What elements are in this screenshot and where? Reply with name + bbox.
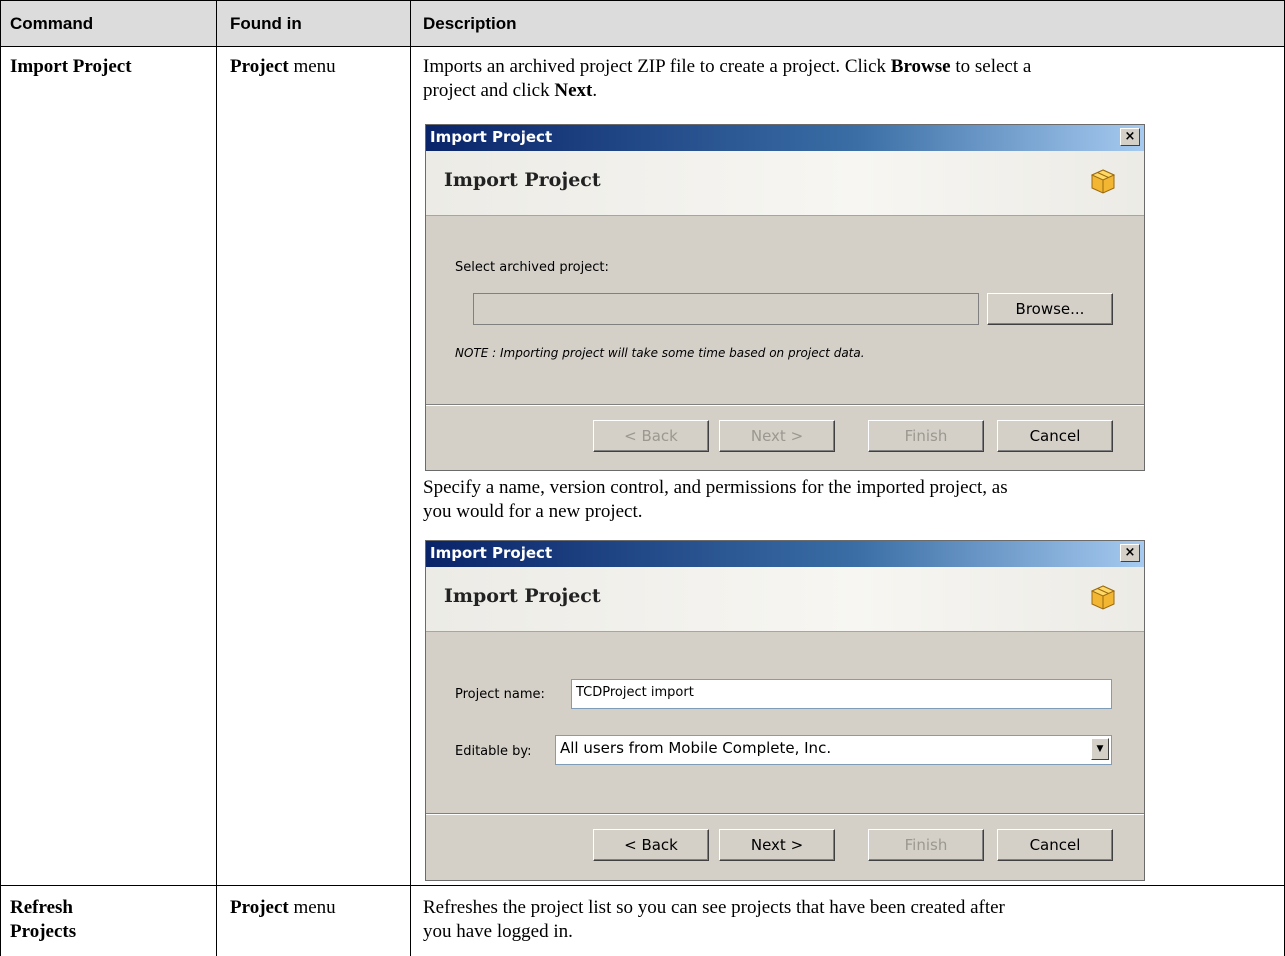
header-found-in: Found in — [230, 14, 302, 33]
cancel-button[interactable]: Cancel — [997, 829, 1113, 861]
command-import-project: Import Project — [10, 56, 132, 77]
dialog-separator — [426, 813, 1144, 815]
finish-button[interactable]: Finish — [868, 420, 984, 452]
close-icon[interactable]: × — [1120, 544, 1140, 562]
grid-line — [0, 0, 1285, 1]
found-in-rest: menu — [288, 897, 336, 918]
desc-text: you have logged in. — [423, 921, 573, 942]
editable-by-select[interactable]: All users from Mobile Complete, Inc. ▼ — [555, 735, 1112, 765]
grid-line — [216, 0, 217, 956]
description-import-1: Imports an archived project ZIP file to … — [423, 55, 1278, 103]
project-name-field[interactable]: TCDProject import — [571, 679, 1112, 709]
command-table: Command Found in Description Import Proj… — [0, 0, 1285, 956]
description-refresh: Refreshes the project list so you can se… — [423, 896, 1278, 944]
desc-bold-browse: Browse — [890, 56, 951, 77]
found-in-bold: Project — [230, 897, 289, 918]
dialog-banner: Import Project — [426, 151, 1144, 216]
dialog-title: Import Project — [430, 128, 553, 146]
dialog-title: Import Project — [430, 544, 553, 562]
import-note: NOTE : Importing project will take some … — [455, 346, 865, 360]
grid-line — [0, 885, 1285, 886]
grid-line — [0, 46, 1285, 47]
table-header — [0, 0, 1285, 46]
browse-button[interactable]: Browse... — [987, 293, 1113, 325]
found-in-bold: Project — [230, 56, 289, 77]
next-button[interactable]: Next > — [719, 829, 835, 861]
back-button[interactable]: < Back — [593, 420, 709, 452]
archive-path-field[interactable] — [473, 293, 979, 325]
next-button[interactable]: Next > — [719, 420, 835, 452]
header-command: Command — [10, 14, 94, 33]
import-dialog-2: Import Project × Import Project Project … — [425, 540, 1145, 881]
package-icon — [1090, 585, 1116, 610]
cancel-button[interactable]: Cancel — [997, 420, 1113, 452]
desc-text: you would for a new project. — [423, 501, 643, 522]
grid-line — [0, 0, 1, 956]
close-icon[interactable]: × — [1120, 128, 1140, 146]
dialog-separator — [426, 404, 1144, 406]
banner-title: Import Project — [444, 169, 601, 191]
editable-by-value: All users from Mobile Complete, Inc. — [560, 739, 832, 757]
found-in-import: Project menu — [230, 55, 336, 79]
chevron-down-icon[interactable]: ▼ — [1091, 738, 1109, 760]
desc-bold-next: Next — [554, 80, 593, 101]
found-in-refresh: Project menu — [230, 896, 336, 920]
desc-text: project and click — [423, 80, 555, 101]
editable-by-label: Editable by: — [455, 744, 532, 759]
import-dialog-1: Import Project × Import Project Select a… — [425, 124, 1145, 471]
back-button[interactable]: < Back — [593, 829, 709, 861]
desc-text: Imports an archived project ZIP file to … — [423, 56, 891, 77]
dialog-titlebar: Import Project × — [426, 541, 1144, 567]
finish-button[interactable]: Finish — [868, 829, 984, 861]
select-archived-label: Select archived project: — [455, 260, 609, 275]
desc-text: to select a — [950, 56, 1032, 77]
command-refresh-projects: Refresh Projects — [10, 896, 76, 944]
desc-text: . — [592, 80, 598, 101]
banner-title: Import Project — [444, 585, 601, 607]
package-icon — [1090, 169, 1116, 194]
description-import-2: Specify a name, version control, and per… — [423, 476, 1278, 524]
dialog-banner: Import Project — [426, 567, 1144, 632]
found-in-rest: menu — [288, 56, 336, 77]
command-line: Projects — [10, 921, 77, 942]
dialog-titlebar: Import Project × — [426, 125, 1144, 151]
desc-text: Specify a name, version control, and per… — [423, 477, 1008, 498]
project-name-label: Project name: — [455, 687, 545, 702]
header-description: Description — [423, 14, 517, 33]
command-line: Refresh — [10, 897, 73, 918]
grid-line — [410, 0, 411, 956]
desc-text: Refreshes the project list so you can se… — [423, 897, 1005, 918]
